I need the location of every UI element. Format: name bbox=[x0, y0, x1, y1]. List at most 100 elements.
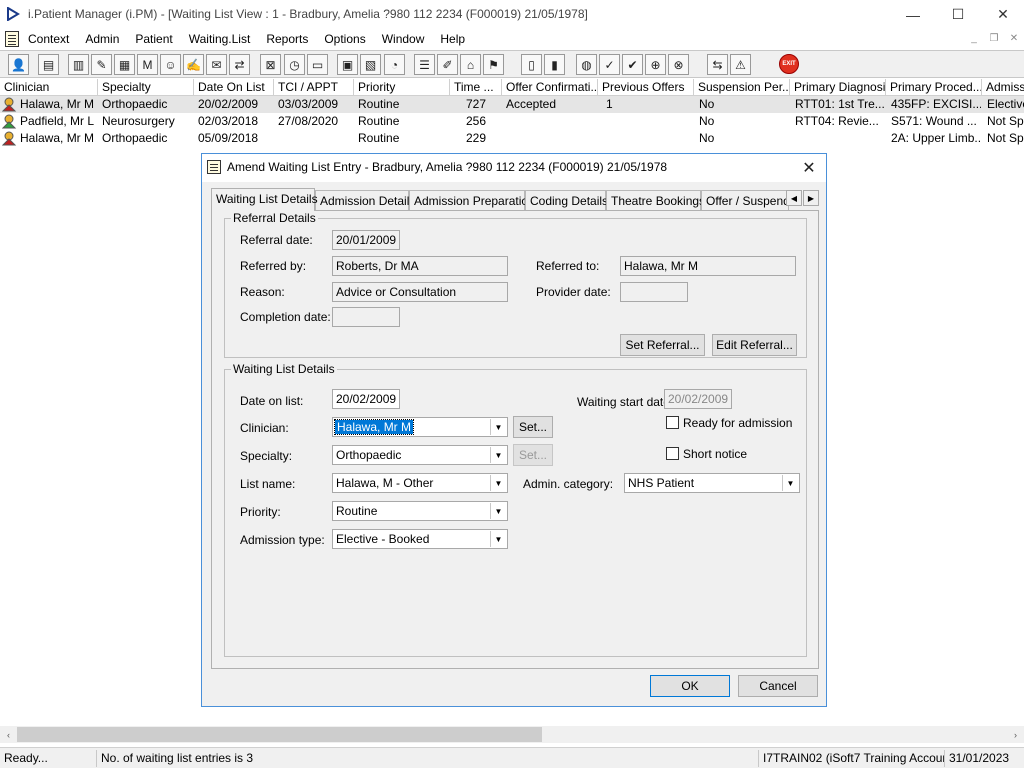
ok-button[interactable]: OK bbox=[650, 675, 730, 697]
horizontal-scrollbar[interactable]: ‹ › bbox=[0, 726, 1024, 743]
appointment-icon[interactable]: ▧ bbox=[360, 54, 381, 75]
minimize-button[interactable]: — bbox=[890, 0, 936, 29]
menu-context[interactable]: Context bbox=[28, 32, 69, 46]
admit-icon[interactable]: ⊕ bbox=[645, 54, 666, 75]
chevron-down-icon[interactable]: ▼ bbox=[490, 475, 506, 491]
history-icon[interactable]: ◔ bbox=[384, 54, 405, 75]
patient-search-icon[interactable]: 👤 bbox=[8, 54, 29, 75]
offer-check-icon[interactable]: ✔ bbox=[622, 54, 643, 75]
close-button[interactable]: ✕ bbox=[980, 0, 1024, 29]
notes-icon[interactable]: ☰ bbox=[414, 54, 435, 75]
transfer-icon[interactable]: ⇄ bbox=[229, 54, 250, 75]
col-previous-offers[interactable]: Previous Offers bbox=[598, 79, 694, 96]
cancel-document-icon[interactable]: ⊠ bbox=[260, 54, 281, 75]
menu-waiting-list[interactable]: Waiting.List bbox=[189, 32, 251, 46]
menu-help[interactable]: Help bbox=[440, 32, 465, 46]
exit-icon[interactable]: EXIT bbox=[779, 54, 799, 74]
scrollbar-thumb[interactable] bbox=[17, 727, 542, 742]
menu-window[interactable]: Window bbox=[382, 32, 425, 46]
schedule-icon[interactable]: ▣ bbox=[337, 54, 358, 75]
menu-reports[interactable]: Reports bbox=[266, 32, 308, 46]
dialog-close-icon[interactable]: ✕ bbox=[798, 157, 820, 179]
maximize-button[interactable]: ☐ bbox=[935, 0, 981, 29]
offer-icon[interactable]: ✓ bbox=[599, 54, 620, 75]
document-menu-icon[interactable] bbox=[5, 31, 19, 47]
referral-icon[interactable]: ✉ bbox=[206, 54, 227, 75]
red-book-icon[interactable]: ▥ bbox=[68, 54, 89, 75]
col-time[interactable]: Time ... bbox=[450, 79, 502, 96]
mdi-restore-button[interactable]: ❐ bbox=[984, 29, 1004, 47]
form-icon[interactable]: ▦ bbox=[114, 54, 135, 75]
cancel-button[interactable]: Cancel bbox=[738, 675, 818, 697]
col-suspension[interactable]: Suspension Per... bbox=[694, 79, 790, 96]
set-referral-button[interactable]: Set Referral... bbox=[620, 334, 705, 356]
clock-icon[interactable]: ◷ bbox=[284, 54, 305, 75]
edit-list-icon[interactable]: ✐ bbox=[437, 54, 458, 75]
monitor-icon[interactable]: ▭ bbox=[307, 54, 328, 75]
m-letter-icon[interactable]: M bbox=[137, 54, 158, 75]
warning-icon[interactable]: ⚠ bbox=[730, 54, 751, 75]
globe-icon[interactable]: ◍ bbox=[576, 54, 597, 75]
table-row[interactable]: Halawa, Mr M Orthopaedic 20/02/2009 03/0… bbox=[0, 96, 1024, 113]
cell-admission: Elective bbox=[987, 97, 1024, 111]
col-primary-procedure[interactable]: Primary Proced... bbox=[886, 79, 982, 96]
table-row[interactable]: Halawa, Mr M Orthopaedic 05/09/2018 Rout… bbox=[0, 130, 1024, 147]
table-row[interactable]: Padfield, Mr L Neurosurgery 02/03/2018 2… bbox=[0, 113, 1024, 130]
col-date-on-list[interactable]: Date On List bbox=[194, 79, 274, 96]
tab-offer-suspend[interactable]: Offer / Suspend bbox=[701, 190, 789, 210]
tab-admission-details[interactable]: Admission Details bbox=[315, 190, 415, 210]
tab-waiting-list-details[interactable]: Waiting List Details bbox=[211, 188, 318, 211]
specialty-select[interactable]: Orthopaedic ▼ bbox=[332, 445, 508, 465]
scroll-right-icon[interactable]: › bbox=[1007, 726, 1024, 743]
clinician-label: Clinician: bbox=[240, 421, 289, 435]
window-title: i.Patient Manager (i.PM) - [Waiting List… bbox=[28, 7, 588, 21]
mdi-close-button[interactable]: ✕ bbox=[1004, 29, 1024, 47]
referral-details-title: Referral Details bbox=[231, 211, 318, 225]
col-admission[interactable]: Admission bbox=[982, 79, 1024, 96]
priority-select[interactable]: Routine ▼ bbox=[332, 501, 508, 521]
chevron-down-icon[interactable]: ▼ bbox=[490, 419, 506, 435]
cell-procedure: 435FP: EXCISI... bbox=[891, 97, 981, 111]
discharge-icon[interactable]: ⊗ bbox=[668, 54, 689, 75]
chevron-down-icon[interactable]: ▼ bbox=[782, 475, 798, 491]
edit-note-icon[interactable]: ✎ bbox=[91, 54, 112, 75]
col-priority[interactable]: Priority bbox=[354, 79, 450, 96]
col-specialty[interactable]: Specialty bbox=[98, 79, 194, 96]
col-tci-appt[interactable]: TCI / APPT bbox=[274, 79, 354, 96]
tab-scroll-right-icon[interactable]: ▶ bbox=[803, 190, 819, 206]
scroll-left-icon[interactable]: ‹ bbox=[0, 726, 17, 743]
swap-icon[interactable]: ⇆ bbox=[707, 54, 728, 75]
chevron-down-icon[interactable]: ▼ bbox=[490, 447, 506, 463]
menu-options[interactable]: Options bbox=[324, 32, 365, 46]
edit-referral-button[interactable]: Edit Referral... bbox=[712, 334, 797, 356]
admin-category-select[interactable]: NHS Patient ▼ bbox=[624, 473, 800, 493]
clinician-set-button[interactable]: Set... bbox=[513, 416, 553, 438]
clinician-select[interactable]: Halawa, Mr M ▼ bbox=[332, 417, 508, 437]
chevron-down-icon[interactable]: ▼ bbox=[490, 503, 506, 519]
document-edit-icon[interactable]: ✍ bbox=[183, 54, 204, 75]
tab-theatre-bookings[interactable]: Theatre Bookings bbox=[606, 190, 705, 210]
tab-coding-details[interactable]: Coding Details bbox=[525, 190, 608, 210]
col-offer-confirmation[interactable]: Offer Confirmati... bbox=[502, 79, 598, 96]
admission-type-select[interactable]: Elective - Booked ▼ bbox=[332, 529, 508, 549]
blank-document-icon[interactable]: ▯ bbox=[521, 54, 542, 75]
mdi-minimize-button[interactable]: _ bbox=[964, 29, 984, 47]
date-on-list-input[interactable]: 20/02/2009 bbox=[332, 389, 400, 409]
menu-patient[interactable]: Patient bbox=[135, 32, 172, 46]
tab-admission-preparation[interactable]: Admission Preparation bbox=[409, 190, 535, 210]
col-primary-diagnosis[interactable]: Primary Diagnosis bbox=[790, 79, 886, 96]
ward-icon[interactable]: ⚑ bbox=[483, 54, 504, 75]
col-clinician[interactable]: Clinician bbox=[0, 79, 98, 96]
printer-icon[interactable]: ▤ bbox=[38, 54, 59, 75]
menu-admin[interactable]: Admin bbox=[85, 32, 119, 46]
short-notice-checkbox[interactable] bbox=[666, 447, 679, 460]
list-name-select[interactable]: Halawa, M - Other ▼ bbox=[332, 473, 508, 493]
bar-chart-icon[interactable]: ▮ bbox=[544, 54, 565, 75]
chevron-down-icon[interactable]: ▼ bbox=[490, 531, 506, 547]
bed-icon[interactable]: ⌂ bbox=[460, 54, 481, 75]
ready-for-admission-checkbox[interactable] bbox=[666, 416, 679, 429]
tab-scroll-left-icon[interactable]: ◀ bbox=[786, 190, 802, 206]
cell-tci: 03/03/2009 bbox=[278, 97, 339, 111]
contact-card-icon[interactable]: ☺ bbox=[160, 54, 181, 75]
specialty-value: Orthopaedic bbox=[336, 448, 402, 462]
